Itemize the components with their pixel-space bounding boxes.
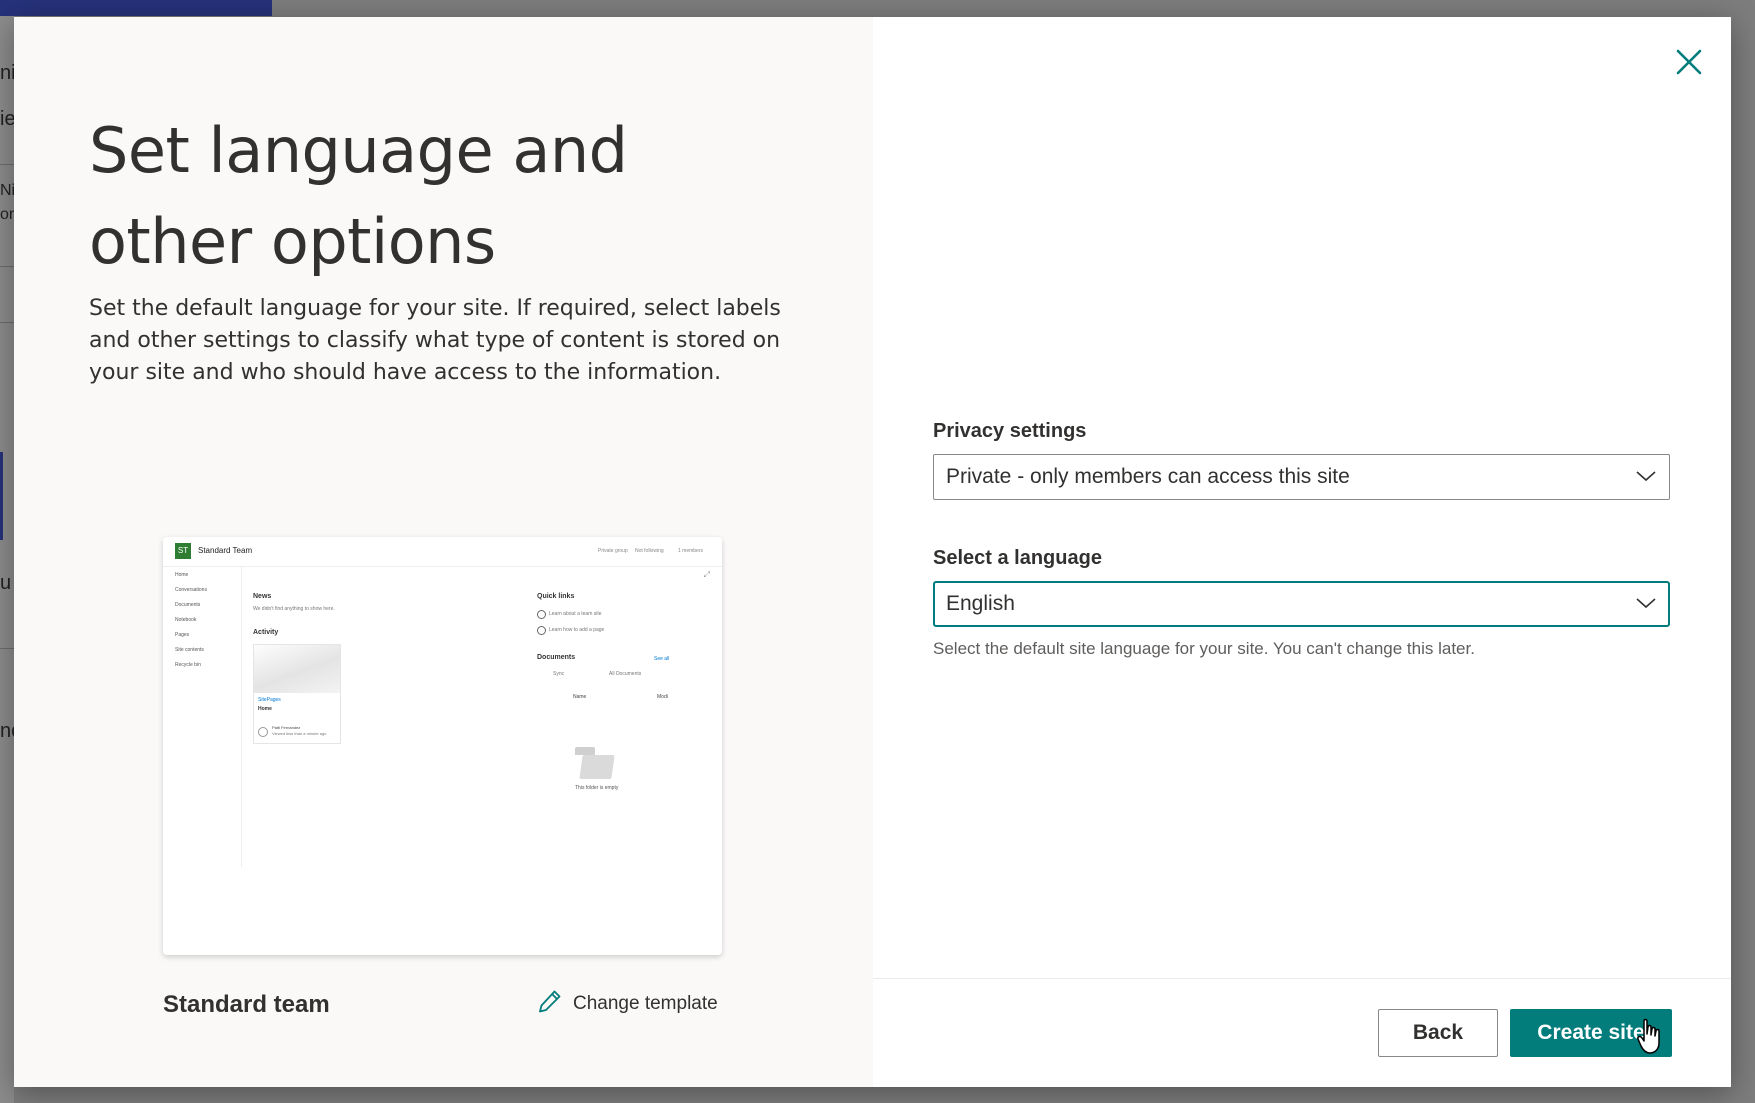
- background-page-edge: ni ie Ni on u nc: [0, 16, 14, 1103]
- background-selection-bar: [0, 452, 3, 540]
- preview-nav-item: Recycle bin: [175, 662, 201, 668]
- background-divider: [0, 322, 14, 323]
- dialog-info-pane: Set language and other options Set the d…: [14, 17, 873, 1087]
- preview-expand-icon: ⤢: [703, 570, 710, 579]
- preview-nav-item: Notebook: [175, 617, 197, 623]
- pencil-icon: [537, 988, 563, 1020]
- preview-nav-item: Pages: [175, 632, 190, 638]
- preview-nav-item: Site contents: [175, 647, 204, 653]
- preview-activity-user-sub: Viewed less than a minute ago: [272, 731, 327, 736]
- language-helper-text: Select the default site language for you…: [933, 639, 1475, 658]
- background-divider: [0, 648, 14, 649]
- preview-card-title: Home: [258, 706, 272, 712]
- preview-documents-heading: Documents: [537, 654, 576, 661]
- privacy-settings-value: Private - only members can access this s…: [946, 465, 1350, 488]
- preview-folder-tab: [575, 747, 595, 755]
- close-icon: [1668, 49, 1710, 86]
- background-text-fragment: on: [0, 206, 14, 223]
- preview-empty-folder-icon: [579, 755, 615, 779]
- preview-empty-folder-text: This folder is empty: [575, 785, 619, 791]
- language-dropdown[interactable]: English: [933, 581, 1670, 627]
- language-label: Select a language: [933, 547, 1102, 569]
- background-text-fragment: ni: [0, 62, 14, 84]
- preview-following: Not following: [635, 548, 664, 554]
- privacy-settings-dropdown[interactable]: Private - only members can access this s…: [933, 454, 1670, 500]
- background-text-fragment: nc: [0, 720, 14, 742]
- background-divider: [0, 266, 14, 267]
- preview-activity-card: SitePages Home Patti Fernandez Viewed le…: [253, 644, 341, 744]
- background-text-fragment: u: [0, 572, 12, 594]
- privacy-settings-label: Privacy settings: [933, 420, 1087, 442]
- preview-site-logo: ST: [175, 543, 191, 559]
- preview-globe-icon: [537, 610, 546, 619]
- background-suite-bar: [0, 0, 272, 16]
- preview-col-name: Name: [573, 694, 587, 700]
- preview-nav-item: Home: [175, 572, 189, 578]
- preview-card-tag: SitePages: [258, 697, 281, 703]
- preview-quick-link: Learn how to add a page: [549, 627, 605, 633]
- language-value: English: [946, 592, 1015, 615]
- dialog-description: Set the default language for your site. …: [89, 296, 781, 385]
- preview-card-image: [254, 645, 340, 693]
- preview-group-type: Private group: [598, 548, 628, 554]
- preview-site-name: Standard Team: [198, 546, 253, 555]
- background-divider: [0, 164, 14, 165]
- preview-see-all: See all: [654, 656, 670, 662]
- template-preview: ST Standard Team Private group Not follo…: [163, 537, 722, 955]
- chevron-down-icon: [1635, 465, 1657, 489]
- close-button[interactable]: [1668, 41, 1710, 83]
- preview-all-documents: All Documents: [609, 671, 642, 677]
- footer-divider: [873, 978, 1731, 979]
- preview-quick-link: Learn about a team site: [549, 611, 602, 617]
- template-name: Standard team: [163, 991, 330, 1018]
- preview-members: 1 members: [678, 548, 704, 554]
- back-button[interactable]: Back: [1378, 1009, 1498, 1057]
- preview-news-empty: We didn't find anything to show here.: [253, 606, 335, 612]
- preview-quick-links-heading: Quick links: [537, 593, 575, 600]
- preview-nav-item: Documents: [175, 602, 201, 608]
- preview-nav-divider: [241, 567, 242, 867]
- background-text-fragment: Ni: [0, 182, 14, 199]
- preview-nav-item: Conversations: [175, 587, 207, 593]
- preview-col-modified: Modi: [657, 694, 668, 700]
- dialog-title: Set language and other options: [89, 114, 628, 278]
- preview-sync: Sync: [553, 671, 565, 677]
- preview-activity-heading: Activity: [253, 629, 279, 636]
- chevron-down-icon: [1635, 592, 1657, 616]
- preview-avatar-icon: [258, 727, 268, 737]
- preview-news-heading: News: [253, 593, 272, 600]
- change-template-button[interactable]: Change template: [537, 986, 718, 1022]
- background-text-fragment: ie: [0, 108, 14, 130]
- create-site-dialog: Set language and other options Set the d…: [14, 17, 1731, 1087]
- hand-cursor-icon: [1636, 1017, 1666, 1057]
- change-template-label: Change template: [573, 993, 718, 1014]
- preview-globe-icon: [537, 626, 546, 635]
- preview-header-divider: [163, 566, 722, 567]
- preview-activity-user: Patti Fernandez: [272, 725, 301, 730]
